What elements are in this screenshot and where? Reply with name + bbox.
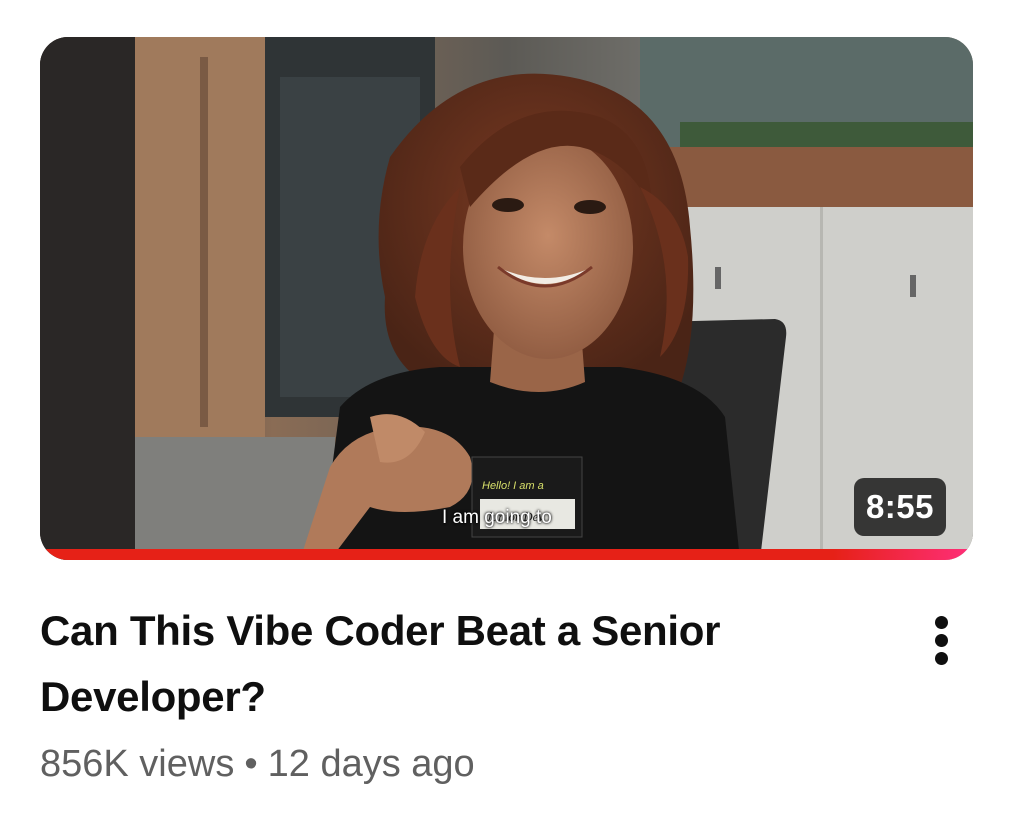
watch-progress-fill: [40, 549, 973, 560]
meta-separator: •: [244, 743, 258, 785]
svg-text:Hello! I am a: Hello! I am a: [482, 480, 544, 492]
video-metadata: 856K views • 12 days ago: [40, 740, 475, 788]
upload-age: 12 days ago: [267, 743, 475, 785]
watch-progress-bar: [40, 549, 973, 560]
video-thumbnail[interactable]: Hello! I am a Junior Dev I am going to 8…: [40, 37, 973, 560]
video-card: Hello! I am a Junior Dev I am going to 8…: [0, 0, 1028, 828]
more-options-button[interactable]: [918, 612, 966, 668]
duration-badge: 8:55: [853, 478, 946, 536]
view-count: 856K views: [40, 743, 235, 785]
video-title[interactable]: Can This Vibe Coder Beat a Senior Develo…: [40, 598, 900, 730]
video-subtitle-caption: I am going to: [442, 507, 552, 528]
thumbnail-image: Hello! I am a Junior Dev: [40, 37, 973, 560]
